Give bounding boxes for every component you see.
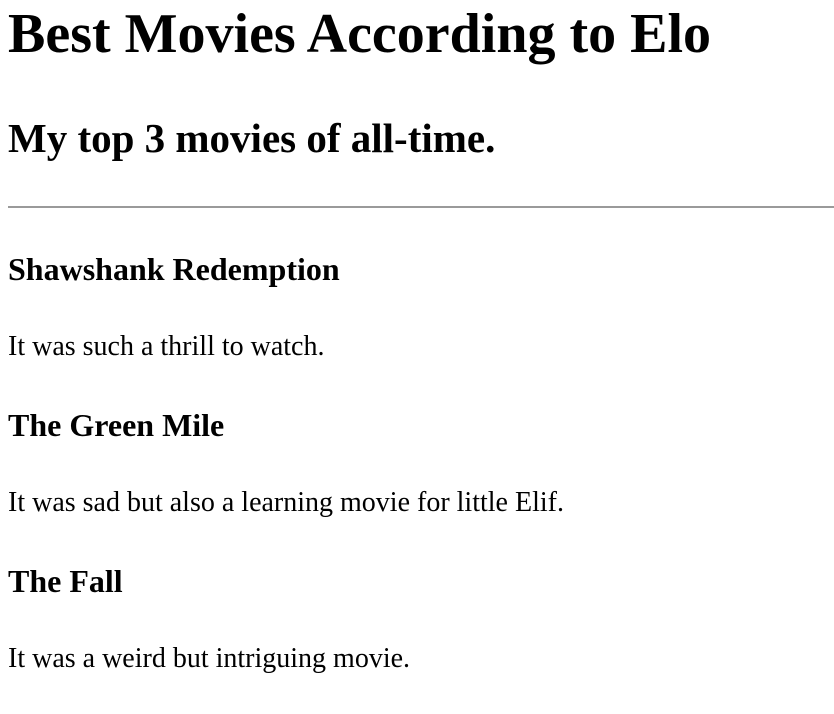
page-title: Best Movies According to Elo: [8, 3, 712, 65]
movie-item: The Fall It was a weird but intriguing m…: [8, 560, 828, 714]
movie-item: Shawshank Redemption It was such a thril…: [8, 248, 828, 404]
movie-comment: It was such a thrill to watch.: [8, 331, 325, 362]
divider: [8, 206, 834, 208]
page-subtitle: My top 3 movies of all-time.: [8, 115, 496, 161]
page: Best Movies According to Elo My top 3 mo…: [0, 0, 834, 714]
movie-comment: It was a weird but intriguing movie.: [8, 643, 411, 674]
movie-title: Shawshank Redemption: [8, 251, 340, 287]
movie-list: Shawshank Redemption It was such a thril…: [8, 248, 828, 714]
movie-title: The Fall: [8, 563, 123, 599]
movie-title: The Green Mile: [8, 407, 225, 443]
movie-comment: It was sad but also a learning movie for…: [8, 487, 564, 518]
movie-item: The Green Mile It was sad but also a lea…: [8, 404, 828, 560]
